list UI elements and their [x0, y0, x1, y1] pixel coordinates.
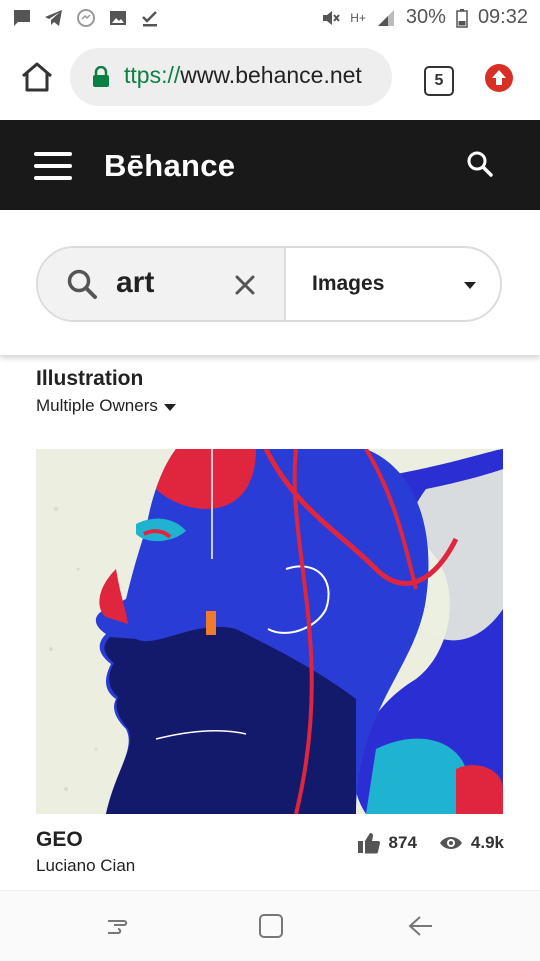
- project-stats: 874 4.9k: [357, 832, 504, 854]
- search-icon: [67, 269, 97, 299]
- search-type-dropdown[interactable]: Images: [286, 248, 500, 320]
- back-icon[interactable]: [406, 911, 436, 941]
- url-text[interactable]: ttps://www.behance.net: [124, 62, 384, 89]
- mute-icon: [323, 10, 340, 25]
- tab-switcher-button[interactable]: 5: [424, 66, 454, 96]
- search-panel: art Images: [0, 210, 540, 355]
- chevron-down-icon: [163, 403, 176, 411]
- results-list: Illustration Multiple Owners GEO Luciano…: [0, 355, 540, 890]
- home-icon[interactable]: [20, 60, 54, 94]
- search-box: art Images: [36, 246, 502, 322]
- browser-toolbar: ttps://www.behance.net 5: [0, 38, 540, 120]
- clock: 09:32: [477, 6, 528, 28]
- project-title[interactable]: GEO: [36, 828, 83, 852]
- battery-icon: [456, 8, 468, 28]
- system-nav-bar: [0, 890, 540, 961]
- messenger-icon: [77, 9, 95, 27]
- signal-icon: [377, 9, 394, 26]
- previous-project-title[interactable]: Illustration: [36, 367, 143, 391]
- status-bar: H+ 30% 09:32: [0, 0, 540, 38]
- url-scheme: ttps://: [124, 62, 181, 88]
- home-button-icon[interactable]: [256, 911, 286, 941]
- telegram-icon: [45, 10, 62, 26]
- message-icon: [14, 10, 30, 26]
- appreciations-count: 874: [388, 833, 417, 852]
- views-count: 4.9k: [470, 833, 504, 852]
- recent-apps-icon[interactable]: [104, 911, 134, 941]
- url-host: www.behance.net: [180, 62, 362, 88]
- search-icon[interactable]: [466, 150, 494, 178]
- eye-icon: [439, 837, 462, 849]
- chevron-down-icon: [464, 282, 476, 289]
- lock-icon: [93, 66, 109, 87]
- thumbs-up-icon: [357, 833, 380, 854]
- image-icon: [110, 11, 126, 25]
- network-type: H+: [350, 10, 366, 25]
- search-type-label: Images: [312, 272, 385, 295]
- project-thumbnail[interactable]: [36, 449, 503, 814]
- download-done-icon: [142, 11, 157, 27]
- project-author[interactable]: Luciano Cian: [36, 856, 135, 876]
- battery-percent: 30%: [405, 6, 446, 28]
- search-input[interactable]: art: [38, 248, 286, 320]
- behance-logo[interactable]: Bēhance: [104, 148, 235, 184]
- site-header: Bēhance: [0, 120, 540, 210]
- search-query[interactable]: art: [116, 266, 154, 300]
- update-icon[interactable]: [485, 64, 513, 92]
- address-bar[interactable]: ttps://www.behance.net: [70, 48, 392, 106]
- clear-icon[interactable]: [234, 274, 256, 296]
- owners-label: Multiple Owners: [36, 396, 158, 415]
- previous-project-owners[interactable]: Multiple Owners: [36, 396, 176, 416]
- menu-icon[interactable]: [34, 152, 72, 180]
